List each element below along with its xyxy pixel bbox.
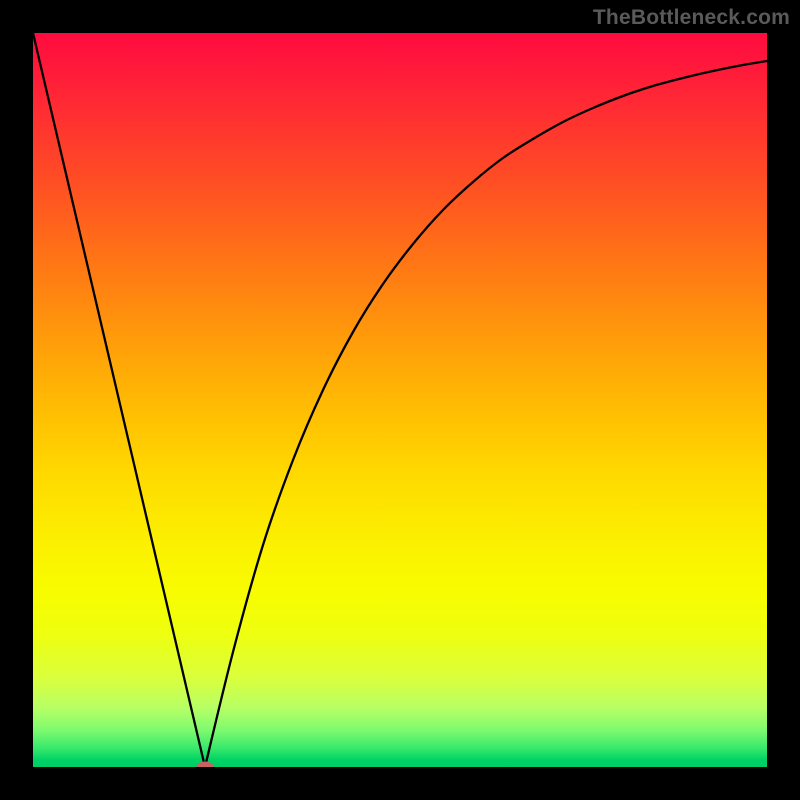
watermark-text: TheBottleneck.com xyxy=(593,6,790,30)
bottleneck-curve xyxy=(33,33,767,767)
minimum-marker xyxy=(197,762,213,767)
chart-container: TheBottleneck.com xyxy=(0,0,800,800)
curve-svg xyxy=(33,33,767,767)
plot-area xyxy=(33,33,767,767)
